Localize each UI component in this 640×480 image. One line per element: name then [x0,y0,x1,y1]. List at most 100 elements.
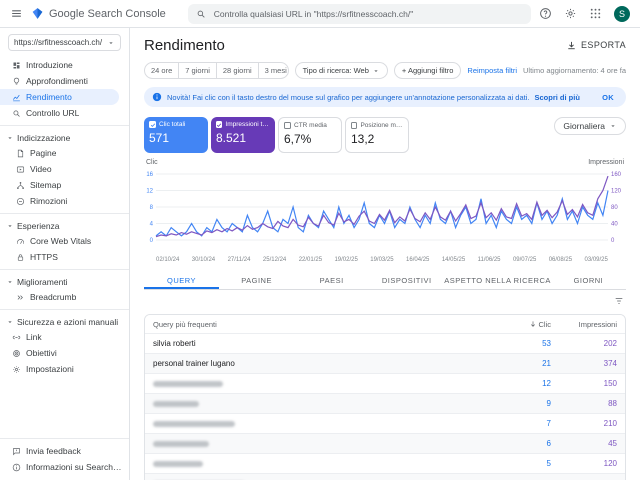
tab-giorni[interactable]: GIORNI [551,271,626,289]
info-outline-icon [12,463,21,472]
tab-aspetto-nella-ricerca[interactable]: ASPETTO NELLA RICERCA [444,271,551,289]
sidebar-item-obiettivi[interactable]: Obiettivi [0,345,129,361]
impressions-value: 374 [603,359,617,368]
help-icon[interactable] [539,7,552,20]
x-axis-label: 27/11/24 [227,257,251,263]
impressioni-line [155,175,609,238]
settings-icon[interactable] [564,7,577,20]
table-filter-button[interactable] [614,293,624,311]
banner-ok-button[interactable]: OK [598,93,618,102]
sidebar-section-label: Sicurezza e azioni manuali [17,316,119,327]
sidebar-item-sitemap[interactable]: Sitemap [0,177,129,193]
granularity-dropdown[interactable]: Giornaliera [554,117,626,135]
x-axis-label: 19/03/25 [370,257,394,263]
apps-grid-icon[interactable] [589,7,602,20]
sidebar-item-https[interactable]: HTTPS [0,249,129,265]
table-row[interactable]: 6 45 [145,433,625,453]
property-selector[interactable]: https://srfitnesscoach.ch/ [8,34,121,51]
url-inspect-searchbar[interactable] [187,3,531,24]
performance-chart[interactable]: 0 0 40 4 80 8 120 12 160 16 [144,170,626,250]
export-button[interactable]: ESPORTA [566,40,626,51]
sidebar-item-informazioni-su-search-console[interactable]: Informazioni su Search Console [0,459,129,475]
annotation-banner: Novità! Fai clic con il tasto destro del… [144,87,626,107]
clicks-axis-tick: 0 [150,238,154,244]
clicks-axis-tick: 16 [146,172,153,178]
metric-checkbox-impressions[interactable] [216,121,223,128]
metric-checkbox-ctr[interactable] [284,122,291,129]
table-row[interactable]: 9 88 [145,393,625,413]
sidebar-item-invia-feedback[interactable]: Invia feedback [0,443,129,459]
metric-checkbox-clicks[interactable] [149,121,156,128]
sidebar-item-rendimento[interactable]: Rendimento [0,89,119,105]
column-header-clicks[interactable]: Clic [493,320,551,329]
table-row[interactable]: 5 120 [145,453,625,473]
x-axis-label: 30/10/24 [191,257,216,263]
table-toolbar [144,290,626,314]
sidebar-item-breadcrumb[interactable]: Breadcrumb [0,289,129,305]
table-row[interactable]: 7 210 [145,413,625,433]
metric-card-position[interactable]: Posizione media 13,2 [345,117,409,153]
sidebar-item-controllo-url[interactable]: Controllo URL [0,105,129,121]
link-icon [12,333,21,342]
column-header-query[interactable]: Query più frequenti [153,320,493,329]
date-range-chip-3-mesi[interactable]: 3 mesi [257,63,288,78]
sidebar-item-approfondimenti[interactable]: Approfondimenti [0,73,129,89]
sidebar-item-label: Approfondimenti [26,76,88,86]
tab-dispositivi[interactable]: DISPOSITIVI [369,271,444,289]
metric-card-clicks[interactable]: Clic totali 571 [144,117,208,153]
tab-paesi[interactable]: PAESI [294,271,369,289]
avatar[interactable]: S [614,5,630,22]
url-inspect-icon [12,109,21,118]
search-input[interactable] [211,7,523,20]
column-header-impressions[interactable]: Impressioni [551,320,617,329]
metric-card-ctr[interactable]: CTR media 6,7% [278,117,342,153]
sidebar-item-rimozioni[interactable]: Rimozioni [0,193,129,209]
last-update-text: Ultimo aggiornamento: 4 ore fa [523,66,626,75]
redacted-query-text [153,460,203,467]
product-name: Google Search Console [49,7,166,20]
sidebar-footer: Invia feedback Informazioni su Search Con… [0,434,129,480]
sidebar-divider [0,309,129,310]
clicks-axis-tick: 12 [146,189,153,195]
metric-card-impressions[interactable]: Impressioni totali 8.521 [211,117,275,153]
sidebar-item-pagine[interactable]: Pagine [0,145,129,161]
sidebar-item-impostazioni[interactable]: Impostazioni [0,361,129,377]
impressions-value: 202 [603,339,617,348]
pages-icon [16,149,25,158]
sidebar-item-video[interactable]: Video [0,161,129,177]
sidebar-section-esperienza[interactable]: Esperienza [0,218,129,233]
table-row[interactable]: 495 [145,473,625,480]
property-url: https://srfitnesscoach.ch/ [14,38,103,47]
redacted-query-text [153,420,235,427]
reset-filters-link[interactable]: Reimposta filtri [467,66,517,75]
sidebar-section-label: Miglioramenti [17,276,68,287]
tab-query[interactable]: QUERY [144,271,219,289]
learn-more-link[interactable]: Scopri di più [534,93,579,102]
caret-down-icon [6,278,14,286]
sidebar-section-indicizzazione[interactable]: Indicizzazione [0,130,129,145]
caret-down-icon [6,318,14,326]
feedback-icon [12,447,21,456]
date-range-chip-24-ore[interactable]: 24 ore [145,63,178,78]
add-filter-chip[interactable]: + Aggiungi filtro [393,62,462,79]
table-row[interactable]: personal trainer lugano 21 374 [145,353,625,373]
table-row[interactable]: silvia roberti 53 202 [145,333,625,353]
sidebar-item-link[interactable]: Link [0,329,129,345]
tab-pagine[interactable]: PAGINE [219,271,294,289]
query-text: personal trainer lugano [153,359,235,368]
menu-icon[interactable] [10,7,23,20]
sidebar-item-label: Introduzione [26,60,73,70]
metrics-row: Clic totali 571 Impressioni totali 8.521 CTR… [144,117,626,153]
sidebar-item-label: Sitemap [30,180,62,190]
sidebar-section-sicurezza-e-azioni-manuali[interactable]: Sicurezza e azioni manuali [0,314,129,329]
date-range-chip-28-giorni[interactable]: 28 giorni [215,63,258,78]
sidebar-section-label: Esperienza [17,220,60,231]
date-range-chip-7-giorni[interactable]: 7 giorni [178,63,216,78]
table-row[interactable]: 12 150 [145,373,625,393]
sidebar-item-core-web-vitals[interactable]: Core Web Vitals [0,233,129,249]
sidebar-section-miglioramenti[interactable]: Miglioramenti [0,274,129,289]
metric-checkbox-position[interactable] [351,122,358,129]
search-type-chip[interactable]: Tipo di ricerca: Web [294,62,388,79]
sitemap-icon [16,181,25,190]
sidebar-item-introduzione[interactable]: Introduzione [0,57,129,73]
